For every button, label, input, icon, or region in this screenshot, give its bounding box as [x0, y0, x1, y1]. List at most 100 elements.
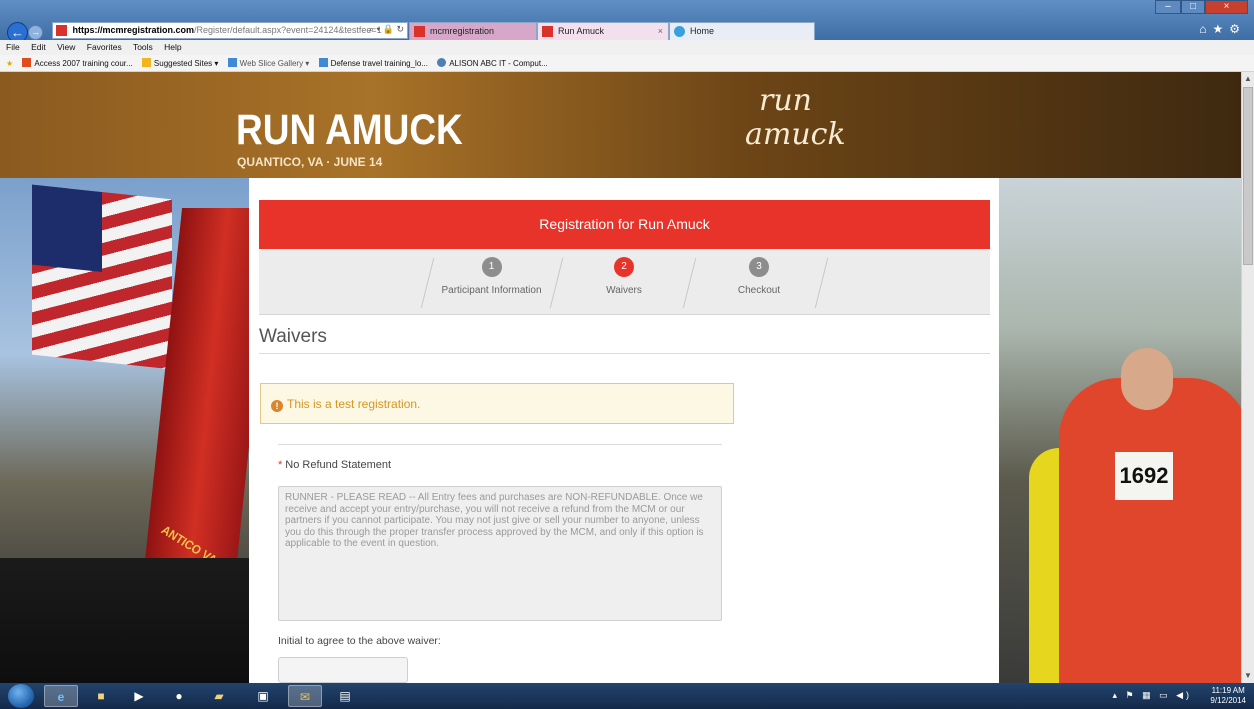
mail-icon: ✉: [299, 690, 311, 704]
step-checkout[interactable]: 3 Checkout: [714, 257, 804, 296]
menu-help[interactable]: Help: [164, 42, 181, 52]
document-icon: ▤: [339, 689, 351, 703]
tab-title: Home: [690, 26, 715, 36]
tab-title: Run Amuck: [558, 26, 605, 36]
tab-favicon-icon: [414, 26, 425, 37]
address-bar-icons[interactable]: ⌕ ▾ 🔒 ↻: [369, 24, 404, 35]
favorite-label: ALISON ABC IT - Comput...: [449, 59, 548, 68]
address-bar[interactable]: https://mcmregistration.com/Register/def…: [52, 22, 408, 39]
taskbar-app[interactable]: ▣: [246, 685, 280, 707]
minimize-button[interactable]: –: [1155, 0, 1181, 14]
url-path: /Register/default.aspx?event=24124&testf…: [194, 25, 382, 35]
event-subtitle: QUANTICO, VA · JUNE 14: [237, 155, 383, 169]
tab-favicon-icon: [542, 26, 553, 37]
system-tray[interactable]: ▴ ⚑ ▦ ▭ ◀): [1112, 690, 1192, 701]
logo-line2: amuck: [745, 117, 846, 152]
scroll-up-arrow-icon[interactable]: ▲: [1242, 72, 1254, 86]
home-icon[interactable]: ⌂: [1199, 22, 1212, 36]
scroll-down-arrow-icon[interactable]: ▼: [1242, 669, 1254, 683]
address-url: https://mcmregistration.com/Register/def…: [73, 23, 382, 38]
step-progress-bar: 1 Participant Information 2 Waivers 3 Ch…: [259, 249, 990, 315]
event-banner: RUN AMUCK QUANTICO, VA · JUNE 14 run amu…: [0, 72, 1241, 178]
scrollbar-thumb[interactable]: [1243, 87, 1253, 265]
favorites-star-icon[interactable]: ★: [6, 59, 13, 68]
registration-header: Registration for Run Amuck: [259, 200, 990, 249]
registration-panel: Registration for Run Amuck 1 Participant…: [249, 178, 999, 683]
favorites-bar: ★ Access 2007 training cour... Suggested…: [0, 55, 1254, 72]
menu-tools[interactable]: Tools: [133, 42, 153, 52]
favorites-star-icon[interactable]: ★: [1212, 22, 1229, 36]
favorite-label: Access 2007 training cour...: [34, 59, 133, 68]
runner-red-shirt: [1059, 378, 1241, 683]
menu-edit[interactable]: Edit: [31, 42, 46, 52]
favorite-link[interactable]: Suggested Sites ▾: [141, 58, 218, 68]
taskbar-media-player[interactable]: ▶: [122, 685, 156, 707]
favorite-label: Web Slice Gallery ▾: [239, 59, 310, 68]
tab-run-amuck[interactable]: Run Amuck ×: [537, 22, 669, 40]
runner-bib: 1692: [1115, 452, 1173, 500]
initial-field-label: Initial to agree to the above waiver:: [278, 635, 441, 647]
taskbar-explorer[interactable]: ■: [84, 685, 118, 707]
runner-head: [1121, 348, 1173, 410]
favorite-link[interactable]: Defense travel training_lo...: [318, 58, 428, 68]
taskbar-hp[interactable]: ●: [162, 685, 196, 707]
taskbar-app[interactable]: ▰: [202, 685, 236, 707]
tab-home[interactable]: Home: [669, 22, 815, 40]
color-guard-photo: ANTICO VA: [0, 178, 249, 683]
required-asterisk: *: [278, 459, 283, 471]
url-host: https://mcmregistration.com: [72, 25, 195, 35]
tab-mcmregistration[interactable]: mcmregistration: [409, 22, 537, 40]
office-icon: [22, 58, 32, 67]
forward-button[interactable]: →: [28, 25, 43, 40]
step-waivers[interactable]: 2 Waivers: [579, 257, 669, 296]
menu-view[interactable]: View: [57, 42, 75, 52]
waiver-text-box[interactable]: RUNNER - PLEASE READ -- All Entry fees a…: [278, 486, 722, 621]
flag-canton: [32, 184, 102, 272]
page-title: Waivers: [259, 326, 327, 347]
arrow-right-icon: →: [31, 27, 40, 37]
logo-line1: run: [759, 83, 812, 118]
event-name: RUN AMUCK: [236, 106, 463, 154]
step-participant-information[interactable]: 1 Participant Information: [434, 257, 549, 296]
ie-page-icon: [227, 58, 237, 67]
page-viewport: RUN AMUCK QUANTICO, VA · JUNE 14 run amu…: [0, 72, 1241, 683]
taskbar-outlook[interactable]: ✉: [288, 685, 322, 707]
favorite-link[interactable]: ALISON ABC IT - Comput...: [437, 58, 548, 68]
close-tab-icon[interactable]: ×: [658, 23, 663, 40]
runners-photo: 1692: [999, 178, 1241, 683]
step-label: Participant Information: [441, 285, 542, 296]
waiver-label-text: No Refund Statement: [285, 459, 392, 471]
ie-icon: e: [57, 690, 65, 704]
window-icon: ▣: [257, 689, 269, 703]
taskbar-clock[interactable]: 11:19 AM 9/12/2014: [1210, 686, 1246, 706]
favorite-label: Defense travel training_lo...: [330, 59, 428, 68]
taskbar-internet-explorer[interactable]: e: [44, 685, 78, 707]
taskbar-word[interactable]: ▤: [328, 685, 362, 707]
window-controls: – □ ×: [1155, 0, 1248, 14]
site-favicon-icon: [56, 25, 67, 36]
step-number: 2: [614, 257, 634, 277]
vertical-scrollbar[interactable]: ▲ ▼: [1241, 72, 1254, 683]
divider: [278, 444, 722, 445]
favorite-link[interactable]: Web Slice Gallery ▾: [227, 58, 310, 68]
maximize-button[interactable]: □: [1181, 0, 1205, 14]
step-divider: [549, 258, 564, 308]
alison-icon: [437, 58, 447, 67]
step-divider: [420, 258, 435, 308]
test-registration-alert: ! This is a test registration.: [260, 383, 734, 424]
menu-favorites[interactable]: Favorites: [87, 42, 122, 52]
gear-icon[interactable]: ⚙: [1229, 22, 1246, 36]
close-window-button[interactable]: ×: [1205, 0, 1248, 14]
waiver-field-label: * No Refund Statement: [278, 459, 391, 471]
step-divider: [814, 258, 829, 308]
start-button[interactable]: [8, 684, 34, 708]
menu-file[interactable]: File: [6, 42, 20, 52]
hp-icon: ●: [175, 689, 183, 703]
clock-date: 9/12/2014: [1210, 696, 1246, 705]
arrow-left-icon: ←: [11, 25, 24, 40]
menu-bar: File Edit View Favorites Tools Help: [0, 40, 1254, 55]
favorite-link[interactable]: Access 2007 training cour...: [22, 58, 133, 68]
play-icon: ▶: [134, 689, 144, 703]
divider: [259, 353, 990, 354]
initial-input[interactable]: [278, 657, 408, 683]
